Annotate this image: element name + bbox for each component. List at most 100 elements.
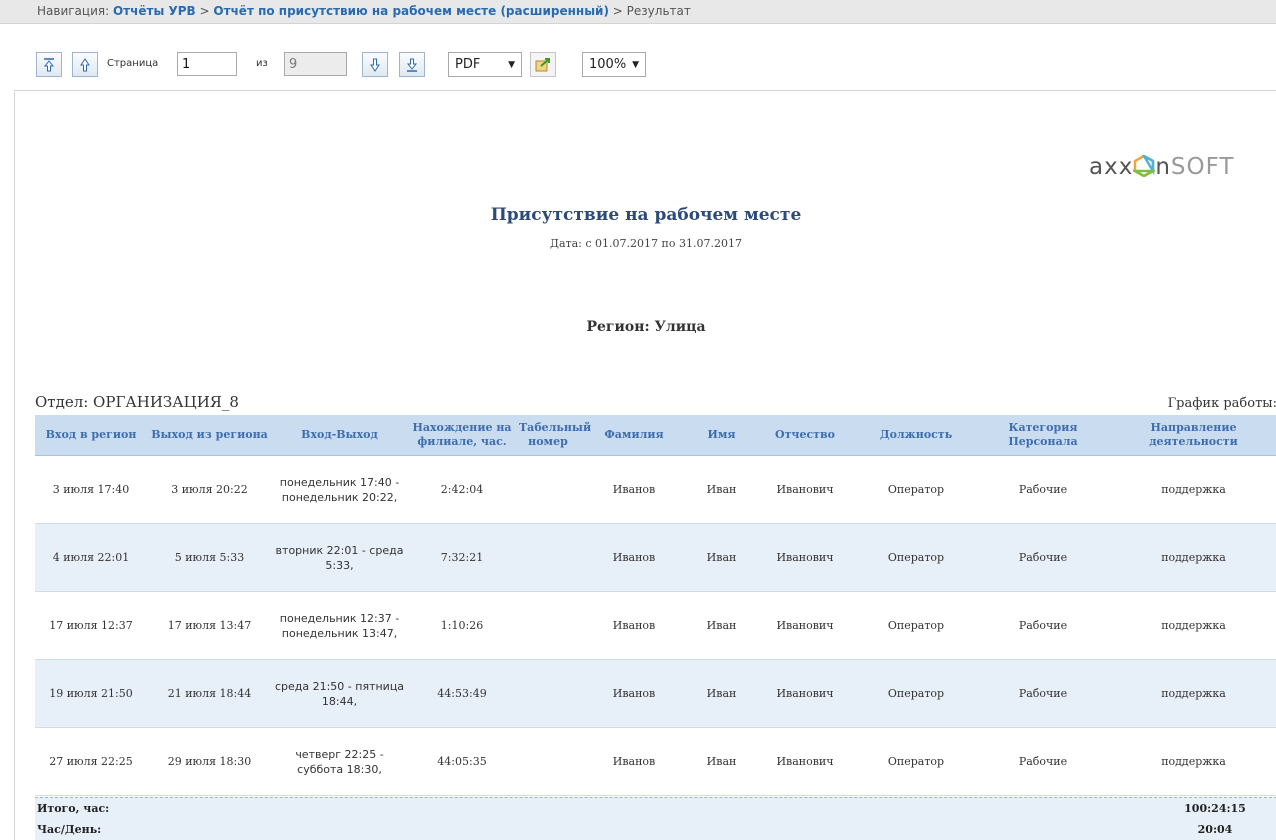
breadcrumb: Навигация: Отчёты УРВ > Отчёт по присутс…: [0, 0, 1276, 24]
page-label: Страница: [107, 58, 159, 69]
total-value: 100:24:15: [1184, 802, 1246, 815]
cell-exit: 29 июля 18:30: [147, 727, 272, 796]
cell-hours: 7:32:21: [407, 523, 517, 592]
cell-exit: 17 июля 13:47: [147, 591, 272, 660]
per-day-value: 20:04: [1197, 823, 1233, 836]
cell-patronymic: Иванович: [754, 727, 856, 796]
cell-hours: 44:05:35: [407, 727, 517, 796]
cell-surname: Иванов: [579, 659, 689, 728]
col-header-entry: Вход в регион: [35, 415, 147, 456]
cell-direction: поддержка: [1110, 659, 1276, 728]
page-number-input[interactable]: [177, 52, 237, 76]
cell-tab-no: [517, 455, 579, 524]
cell-in-out: среда 21:50 - пятница 18:44,: [272, 659, 407, 728]
col-header-exit: Выход из региона: [147, 415, 272, 456]
report-toolbar: Страница из PDF ▼ 100% ▼: [0, 40, 1276, 80]
cell-exit: 21 июля 18:44: [147, 659, 272, 728]
chevron-down-icon: ▼: [632, 59, 640, 70]
breadcrumb-separator: >: [612, 4, 623, 18]
cell-category: Рабочие: [976, 727, 1110, 796]
first-page-button[interactable]: [36, 52, 62, 77]
col-header-direction: Направление деятельности: [1110, 415, 1276, 456]
col-header-tab-no: Табельный номер: [517, 415, 591, 456]
total-row: Итого, час: 100:24:15: [35, 797, 1276, 820]
cell-category: Рабочие: [976, 659, 1110, 728]
cell-position: Оператор: [856, 727, 976, 796]
cell-surname: Иванов: [579, 523, 689, 592]
table-row: 19 июля 21:50 21 июля 18:44 среда 21:50 - …: [35, 659, 1276, 728]
cell-exit: 3 июля 20:22: [147, 455, 272, 524]
table-row: 17 июля 12:37 17 июля 13:47 понедельник 12…: [35, 591, 1276, 660]
cell-hours: 1:10:26: [407, 591, 517, 660]
report-region: Регион: Улица: [586, 319, 706, 335]
cell-tab-no: [517, 523, 579, 592]
cell-position: Оператор: [856, 591, 976, 660]
export-icon: [535, 57, 550, 71]
export-format-select[interactable]: PDF ▼: [448, 52, 522, 77]
next-page-button[interactable]: [362, 52, 388, 77]
table-row: 3 июля 17:40 3 июля 20:22 понедельник 17:4…: [35, 455, 1276, 524]
cell-entry: 17 июля 12:37: [35, 591, 147, 660]
logo-hexagon-icon: [1130, 152, 1159, 178]
schedule-label: График работы:: [1167, 396, 1276, 411]
cell-name: Иван: [689, 659, 754, 728]
per-day-row: Час/День: 20:04: [35, 819, 1276, 840]
cell-in-out: четверг 22:25 - суббота 18:30,: [272, 727, 407, 796]
cell-patronymic: Иванович: [754, 591, 856, 660]
company-logo: axx nSOFT: [1089, 152, 1235, 180]
prev-page-icon: [80, 57, 90, 71]
first-page-icon: [43, 57, 55, 71]
cell-entry: 27 июля 22:25: [35, 727, 147, 796]
zoom-select[interactable]: 100% ▼: [582, 52, 646, 77]
col-header-position: Должность: [856, 415, 976, 456]
cell-direction: поддержка: [1110, 523, 1276, 592]
cell-entry: 19 июля 21:50: [35, 659, 147, 728]
cell-tab-no: [517, 659, 579, 728]
cell-direction: поддержка: [1110, 727, 1276, 796]
report-date-range: Дата: с 01.07.2017 по 31.07.2017: [550, 237, 742, 250]
cell-surname: Иванов: [579, 591, 689, 660]
breadcrumb-link-reports[interactable]: Отчёты УРВ: [113, 4, 196, 18]
col-header-surname: Фамилия: [579, 415, 689, 456]
table-header-row: Вход в регион Выход из региона Вход-Выхо…: [35, 415, 1276, 456]
cell-tab-no: [517, 591, 579, 660]
col-header-patronymic: Отчество: [754, 415, 856, 456]
of-label: из: [256, 58, 268, 69]
cell-name: Иван: [689, 455, 754, 524]
presence-table: Вход в регион Выход из региона Вход-Выхо…: [35, 415, 1276, 796]
cell-patronymic: Иванович: [754, 659, 856, 728]
total-pages-field: [284, 52, 347, 76]
zoom-value: 100%: [589, 57, 627, 72]
cell-surname: Иванов: [579, 455, 689, 524]
cell-patronymic: Иванович: [754, 455, 856, 524]
per-day-label: Час/День:: [37, 823, 102, 836]
cell-position: Оператор: [856, 455, 976, 524]
breadcrumb-prefix: Навигация:: [37, 4, 110, 18]
chevron-down-icon: ▼: [508, 59, 515, 70]
cell-category: Рабочие: [976, 591, 1110, 660]
col-header-in-out: Вход-Выход: [272, 415, 407, 456]
cell-position: Оператор: [856, 523, 976, 592]
cell-name: Иван: [689, 591, 754, 660]
cell-patronymic: Иванович: [754, 523, 856, 592]
breadcrumb-current: Результат: [626, 4, 691, 18]
col-header-category: Категория Персонала: [976, 415, 1110, 456]
export-format-value: PDF: [455, 57, 481, 72]
table-row: 4 июля 22:01 5 июля 5:33 вторник 22:01 - с…: [35, 523, 1276, 592]
prev-page-button[interactable]: [72, 52, 98, 77]
col-header-hours: Нахождение на филиале, час.: [407, 415, 517, 456]
cell-category: Рабочие: [976, 455, 1110, 524]
next-page-icon: [370, 58, 380, 72]
report-viewer[interactable]: axx nSOFT Присутствие на рабочем месте Д…: [14, 90, 1276, 840]
cell-position: Оператор: [856, 659, 976, 728]
last-page-button[interactable]: [399, 52, 425, 77]
cell-name: Иван: [689, 523, 754, 592]
export-button[interactable]: [530, 52, 556, 77]
cell-entry: 3 июля 17:40: [35, 455, 147, 524]
department-label: Отдел: ОРГАНИЗАЦИЯ_8: [35, 393, 239, 411]
breadcrumb-separator: >: [199, 4, 210, 18]
cell-hours: 2:42:04: [407, 455, 517, 524]
cell-direction: поддержка: [1110, 591, 1276, 660]
cell-in-out: понедельник 12:37 - понедельник 13:47,: [272, 591, 407, 660]
breadcrumb-link-presence-report[interactable]: Отчёт по присутствию на рабочем месте (р…: [213, 4, 609, 18]
